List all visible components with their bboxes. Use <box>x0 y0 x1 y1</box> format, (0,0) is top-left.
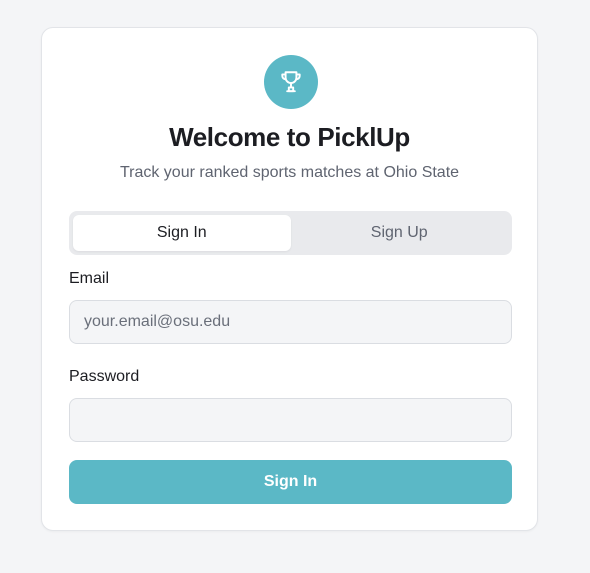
app-logo <box>264 55 318 109</box>
page-title: Welcome to PicklUp <box>169 122 410 152</box>
sign-in-button[interactable]: Sign In <box>69 460 512 504</box>
email-field[interactable] <box>69 300 512 344</box>
tab-sign-in[interactable]: Sign In <box>73 215 291 251</box>
password-label: Password <box>69 368 140 385</box>
tab-sign-up[interactable]: Sign Up <box>291 215 509 251</box>
email-label: Email <box>69 270 110 287</box>
auth-card: Welcome to PicklUp Track your ranked spo… <box>41 27 538 531</box>
auth-tabs: Sign In Sign Up <box>69 211 512 255</box>
password-field[interactable] <box>69 398 512 442</box>
trophy-icon <box>281 71 301 93</box>
page-subtitle: Track your ranked sports matches at Ohio… <box>119 164 460 181</box>
